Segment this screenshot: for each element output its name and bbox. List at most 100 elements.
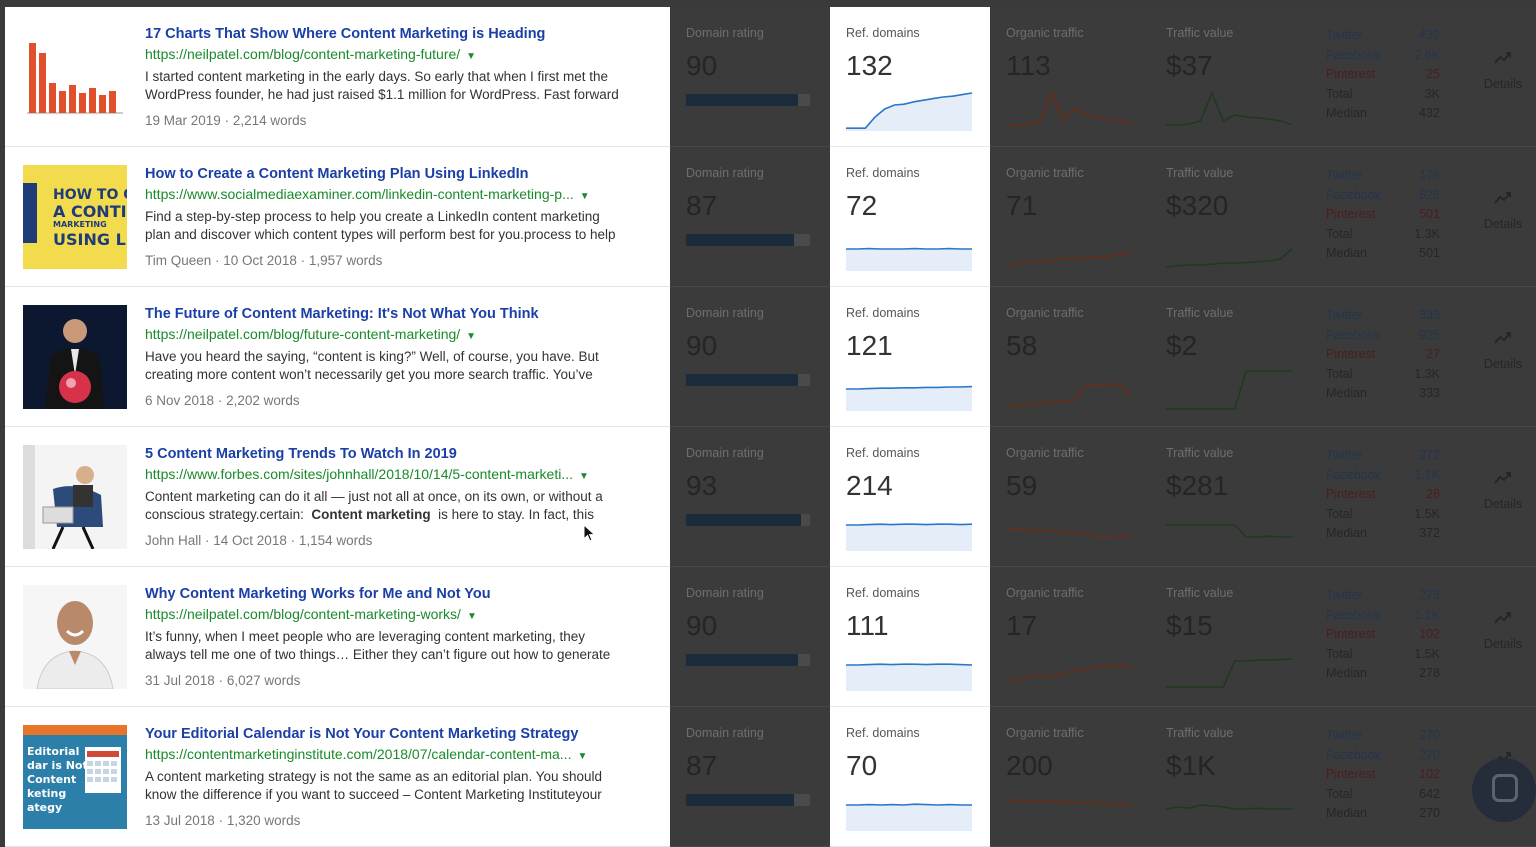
facebook-shares[interactable]: Facebook1.1K	[1326, 606, 1440, 626]
article-url[interactable]: https://neilpatel.com/blog/future-conten…	[145, 326, 476, 342]
facebook-shares[interactable]: Facebook1.1K	[1326, 466, 1440, 486]
url-dropdown-caret-icon[interactable]: ▼	[577, 751, 587, 762]
organic-traffic-sparkline	[1006, 225, 1132, 271]
article-cell: 5 Content Marketing Trends To Watch In 2…	[5, 427, 670, 567]
traffic-value-label: Traffic value	[1166, 726, 1233, 740]
domain-rating-bar	[686, 94, 810, 106]
details-button[interactable]: Details	[1470, 191, 1536, 231]
twitter-shares[interactable]: Twitter333	[1326, 306, 1440, 326]
domain-rating-label: Domain rating	[686, 726, 764, 740]
ref-domains-sparkline	[846, 645, 972, 691]
details-button[interactable]: Details	[1470, 51, 1536, 91]
details-button[interactable]: Details	[1470, 471, 1536, 511]
domain-rating-value: 87	[686, 750, 717, 782]
article-url[interactable]: https://neilpatel.com/blog/content-marke…	[145, 606, 477, 622]
result-row: Why Content Marketing Works for Me and N…	[0, 567, 1536, 707]
pinterest-shares[interactable]: Pinterest27	[1326, 345, 1440, 365]
article-title-link[interactable]: The Future of Content Marketing: It's No…	[145, 306, 539, 322]
article-title-link[interactable]: How to Create a Content Marketing Plan U…	[145, 166, 529, 182]
pinterest-shares[interactable]: Pinterest28	[1326, 485, 1440, 505]
details-button[interactable]: Details	[1470, 331, 1536, 371]
woman-chair-laptop-thumbnail[interactable]	[23, 445, 127, 549]
twitter-shares[interactable]: Twitter176	[1326, 166, 1440, 186]
word-count: 2,202 words	[226, 393, 300, 408]
sparkline-line	[1006, 384, 1132, 407]
median-shares: Median278	[1326, 664, 1440, 684]
highlighted-keyword: Content marketing	[311, 507, 430, 522]
social-shares-cell: Twitter372 Facebook1.1K Pinterest28 Tota…	[1310, 427, 1470, 567]
organic-traffic-label: Organic traffic	[1006, 26, 1084, 40]
url-dropdown-caret-icon[interactable]: ▼	[580, 191, 590, 202]
sparkline-line	[1006, 529, 1132, 537]
article-snippet: A content marketing strategy is not the …	[145, 768, 655, 804]
article-url[interactable]: https://contentmarketinginstitute.com/20…	[145, 746, 587, 762]
svg-text:MARKETING: MARKETING	[53, 220, 107, 229]
url-dropdown-caret-icon[interactable]: ▼	[579, 471, 589, 482]
article-title-link[interactable]: 5 Content Marketing Trends To Watch In 2…	[145, 446, 457, 462]
article-url[interactable]: https://www.socialmediaexaminer.com/link…	[145, 186, 590, 202]
chat-button[interactable]	[1472, 758, 1536, 822]
ref-domains-value[interactable]: 70	[846, 750, 877, 782]
article-title-link[interactable]: Why Content Marketing Works for Me and N…	[145, 586, 491, 602]
editorial-calendar-thumbnail[interactable]: Editorialdar is NotContentketingategy	[23, 725, 127, 829]
median-shares: Median432	[1326, 104, 1440, 124]
ref-domains-value[interactable]: 72	[846, 190, 877, 222]
pinterest-shares[interactable]: Pinterest102	[1326, 765, 1440, 785]
svg-text:A CONTI: A CONTI	[53, 202, 127, 221]
bar-chart-thumbnail[interactable]	[23, 25, 127, 129]
businessman-crystal-ball-thumbnail[interactable]	[23, 305, 127, 409]
smiling-man-portrait-thumbnail[interactable]	[23, 585, 127, 689]
article-url[interactable]: https://neilpatel.com/blog/content-marke…	[145, 46, 476, 62]
svg-text:HOW TO CR: HOW TO CR	[53, 187, 127, 203]
traffic-value-cell: Traffic value $1K	[1150, 707, 1310, 847]
facebook-shares[interactable]: Facebook626	[1326, 186, 1440, 206]
article-snippet: I started content marketing in the early…	[145, 68, 655, 104]
content-explorer-results: 17 Charts That Show Where Content Market…	[0, 0, 1536, 830]
facebook-shares[interactable]: Facebook270	[1326, 746, 1440, 766]
twitter-shares[interactable]: Twitter432	[1326, 26, 1440, 46]
median-shares: Median270	[1326, 804, 1440, 824]
traffic-value-label: Traffic value	[1166, 26, 1233, 40]
sparkline-area	[846, 387, 972, 411]
ref-domains-label: Ref. domains	[846, 166, 920, 180]
details-button[interactable]: Details	[1470, 611, 1536, 651]
trend-chart-icon	[1494, 51, 1512, 65]
organic-traffic-cell: Organic traffic 58	[990, 287, 1150, 427]
svg-text:ategy: ategy	[27, 801, 62, 814]
pinterest-shares[interactable]: Pinterest25	[1326, 65, 1440, 85]
organic-traffic-value: 17	[1006, 610, 1037, 642]
svg-text:keting: keting	[27, 787, 66, 800]
ref-domains-value[interactable]: 111	[846, 610, 889, 642]
domain-rating-bar	[686, 374, 810, 386]
pinterest-shares[interactable]: Pinterest501	[1326, 205, 1440, 225]
url-dropdown-caret-icon[interactable]: ▼	[466, 331, 476, 342]
article-url[interactable]: https://www.forbes.com/sites/johnhall/20…	[145, 466, 589, 482]
ref-domains-cell: Ref. domains 72	[830, 147, 990, 287]
trend-chart-icon	[1494, 611, 1512, 625]
ref-domains-value[interactable]: 121	[846, 330, 893, 362]
twitter-shares[interactable]: Twitter372	[1326, 446, 1440, 466]
author: Tim Queen	[145, 253, 211, 268]
traffic-value-value: $1K	[1166, 750, 1216, 782]
traffic-value-value: $37	[1166, 50, 1213, 82]
linkedin-book-cover-thumbnail[interactable]: HOW TO CRA CONTIMARKETINGUSING LINK	[23, 165, 127, 269]
sparkline-line	[1166, 805, 1292, 809]
twitter-shares[interactable]: Twitter270	[1326, 726, 1440, 746]
article-title-link[interactable]: Your Editorial Calendar is Not Your Cont…	[145, 726, 578, 742]
article-meta: 31 Jul 2018 · 6,027 words	[145, 673, 300, 688]
ref-domains-label: Ref. domains	[846, 26, 920, 40]
url-dropdown-caret-icon[interactable]: ▼	[467, 611, 477, 622]
sparkline-area	[846, 664, 972, 691]
traffic-value-sparkline	[1166, 85, 1292, 131]
article-title-link[interactable]: 17 Charts That Show Where Content Market…	[145, 26, 545, 42]
traffic-value-value: $320	[1166, 190, 1228, 222]
ref-domains-value[interactable]: 132	[846, 50, 893, 82]
domain-rating-label: Domain rating	[686, 586, 764, 600]
twitter-shares[interactable]: Twitter278	[1326, 586, 1440, 606]
ref-domains-value[interactable]: 214	[846, 470, 893, 502]
pinterest-shares[interactable]: Pinterest102	[1326, 625, 1440, 645]
details-cell: Details	[1470, 287, 1536, 427]
url-dropdown-caret-icon[interactable]: ▼	[466, 51, 476, 62]
facebook-shares[interactable]: Facebook2.6K	[1326, 46, 1440, 66]
facebook-shares[interactable]: Facebook925	[1326, 326, 1440, 346]
